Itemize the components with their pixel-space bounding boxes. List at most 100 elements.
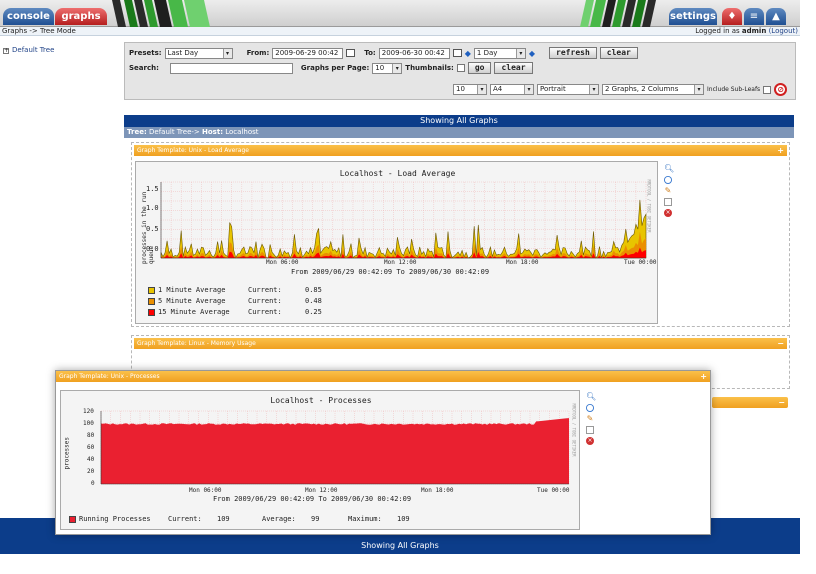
pdf-count-select[interactable]: 10 ▾ [453,84,487,95]
pdf-layout-select[interactable]: 2 Graphs, 2 Columns ▾ [602,84,704,95]
timespan-select[interactable]: 1 Day ▾ [473,47,526,59]
legend-swatch [69,515,76,523]
list-icon: ≡ [749,11,759,22]
blank-icon[interactable] [586,426,594,434]
preview-view-button[interactable]: ▲ [766,8,786,25]
pdf-paper-select[interactable]: A4 ▾ [490,84,534,95]
chevron-down-icon: ▾ [222,48,232,58]
graph-actions: 🔍︎ ● ✎ × [664,165,674,217]
tab-graphs[interactable]: graphs [55,8,107,25]
y-tick: 0.5 [146,225,159,233]
thumbnails-checkbox[interactable] [456,64,465,72]
legend-label: 5 Minute Average [158,297,226,305]
to-input[interactable]: 2009-06-30 00:42 [378,47,450,59]
timespan-value: 1 Day [476,48,498,57]
chart-icon: ▲ [772,11,780,22]
tree-root[interactable]: + Default Tree [3,46,54,54]
pdf-orientation-select[interactable]: Portrait ▾ [537,84,599,95]
x-tick: Mon 12:00 [305,487,338,494]
presets-select[interactable]: Last Day ▾ [164,47,233,59]
legend-row: 5 Minute Average Current: 0.48 [148,297,322,305]
chevron-down-icon: ▾ [515,48,525,58]
panel-title: Graph Template: Unix - Processes [59,373,160,380]
y-tick: 20 [87,468,95,475]
include-subleafs-label: Include Sub-Leafs [707,86,761,93]
go-button[interactable]: go [467,62,492,74]
y-axis-label: processes [63,436,71,470]
chevron-down-icon: ▾ [589,85,598,94]
x-tick: Mon 06:00 [189,487,222,494]
legend-row: Running Processes Current: 109 Average: … [69,515,410,523]
x-tick: Mon 12:00 [384,259,417,266]
x-tick: Mon 18:00 [421,487,454,494]
host-value: Localhost [225,128,259,136]
time-range: From 2009/06/29 00:42:09 To 2009/06/30 0… [291,268,490,276]
blank-icon[interactable] [664,198,672,206]
login-status: Logged in as admin (Logout) [695,27,798,36]
processes-chart [100,410,570,485]
graphs-per-page-select[interactable]: 10 ▾ [372,62,403,74]
tab-settings[interactable]: settings [669,8,717,25]
legend-current-label: Current: [168,515,202,523]
tab-console[interactable]: console [3,8,54,25]
graph-actions: 🔍︎ ● ✎ × [586,393,596,445]
edit-icon[interactable]: ✎ [664,187,672,195]
tree-view-button[interactable]: ♦ [722,8,742,25]
search-label: Search: [129,64,159,72]
breadcrumb: Graphs -> Tree Mode [2,27,76,35]
pdf-layout-value: 2 Graphs, 2 Columns [605,85,679,93]
refresh-button[interactable]: refresh [549,47,597,59]
legend-average-label: Average: [262,515,296,523]
include-subleafs-checkbox[interactable] [763,85,772,94]
filter-row-time: Presets: Last Day ▾ From: 2009-06-29 00:4… [129,47,638,59]
calendar-icon[interactable] [452,49,462,57]
legend-average-value: 99 [311,515,320,523]
load-average-graph[interactable]: Localhost - Load Average processes in th… [135,161,658,324]
tree-value: Default Tree-> [149,128,200,136]
collapse-icon[interactable]: + [700,371,707,382]
search-input[interactable] [169,62,293,74]
chevron-down-icon: ▾ [477,85,486,94]
x-tick: Tue 00:00 [624,259,657,266]
clear-search-button[interactable]: clear [494,62,533,74]
zoom-icon[interactable]: 🔍︎ [586,393,596,401]
collapse-icon[interactable]: + [777,145,784,156]
y-tick: 80 [87,432,95,439]
thumbnails-label: Thumbnails: [405,64,454,72]
series-running-processes [101,418,569,484]
collapse-icon[interactable]: − [778,397,785,408]
tree-root-label[interactable]: Default Tree [12,46,54,54]
legend-value: 0.85 [305,286,322,294]
rrdtool-credit: RRDTOOL / TOBI OETIKER [571,403,577,457]
processes-panel-popup: Graph Template: Unix - Processes + Localh… [55,370,711,535]
breadcrumb-bar: Graphs -> Tree Mode Logged in as admin (… [0,27,800,36]
logout-link[interactable]: (Logout) [769,27,798,35]
delete-icon[interactable]: × [664,209,672,217]
processes-graph[interactable]: Localhost - Processes processes 120 100 … [60,390,580,530]
legend-value: 0.25 [305,308,322,316]
pdf-export-icon[interactable]: ⊘ [774,83,788,96]
filter-row-search: Search: Graphs per Page: 10 ▾ Thumbnails:… [129,62,533,74]
rrdtool-credit: RRDTOOL / TOBI OETIKER [646,179,652,233]
top-bar: console graphs settings ♦ ≡ ▲ [0,0,800,27]
y-tick: 40 [87,456,95,463]
shift-right-icon[interactable]: ◆ [529,49,535,58]
expand-icon[interactable]: + [3,48,9,54]
showing-all-banner: Showing All Graphs [124,115,794,127]
realtime-icon[interactable]: ● [664,176,672,184]
panel-title: Graph Template: Unix - Load Average [137,147,249,154]
zoom-icon[interactable]: 🔍︎ [664,165,674,173]
clear-button[interactable]: clear [599,47,638,59]
collapse-icon[interactable]: − [777,338,784,349]
edit-icon[interactable]: ✎ [586,415,594,423]
realtime-icon[interactable]: ● [586,404,594,412]
from-input[interactable]: 2009-06-29 00:42 [272,47,344,59]
list-view-button[interactable]: ≡ [744,8,764,25]
legend-swatch [148,286,155,294]
load-average-panel: Graph Template: Unix - Load Average + Loc… [131,142,790,327]
tree-label: Tree: [127,128,147,136]
delete-icon[interactable]: × [586,437,594,445]
calendar-icon[interactable] [346,49,356,57]
shift-left-icon[interactable]: ◆ [465,49,471,58]
legend-label: 15 Minute Average [158,308,230,316]
